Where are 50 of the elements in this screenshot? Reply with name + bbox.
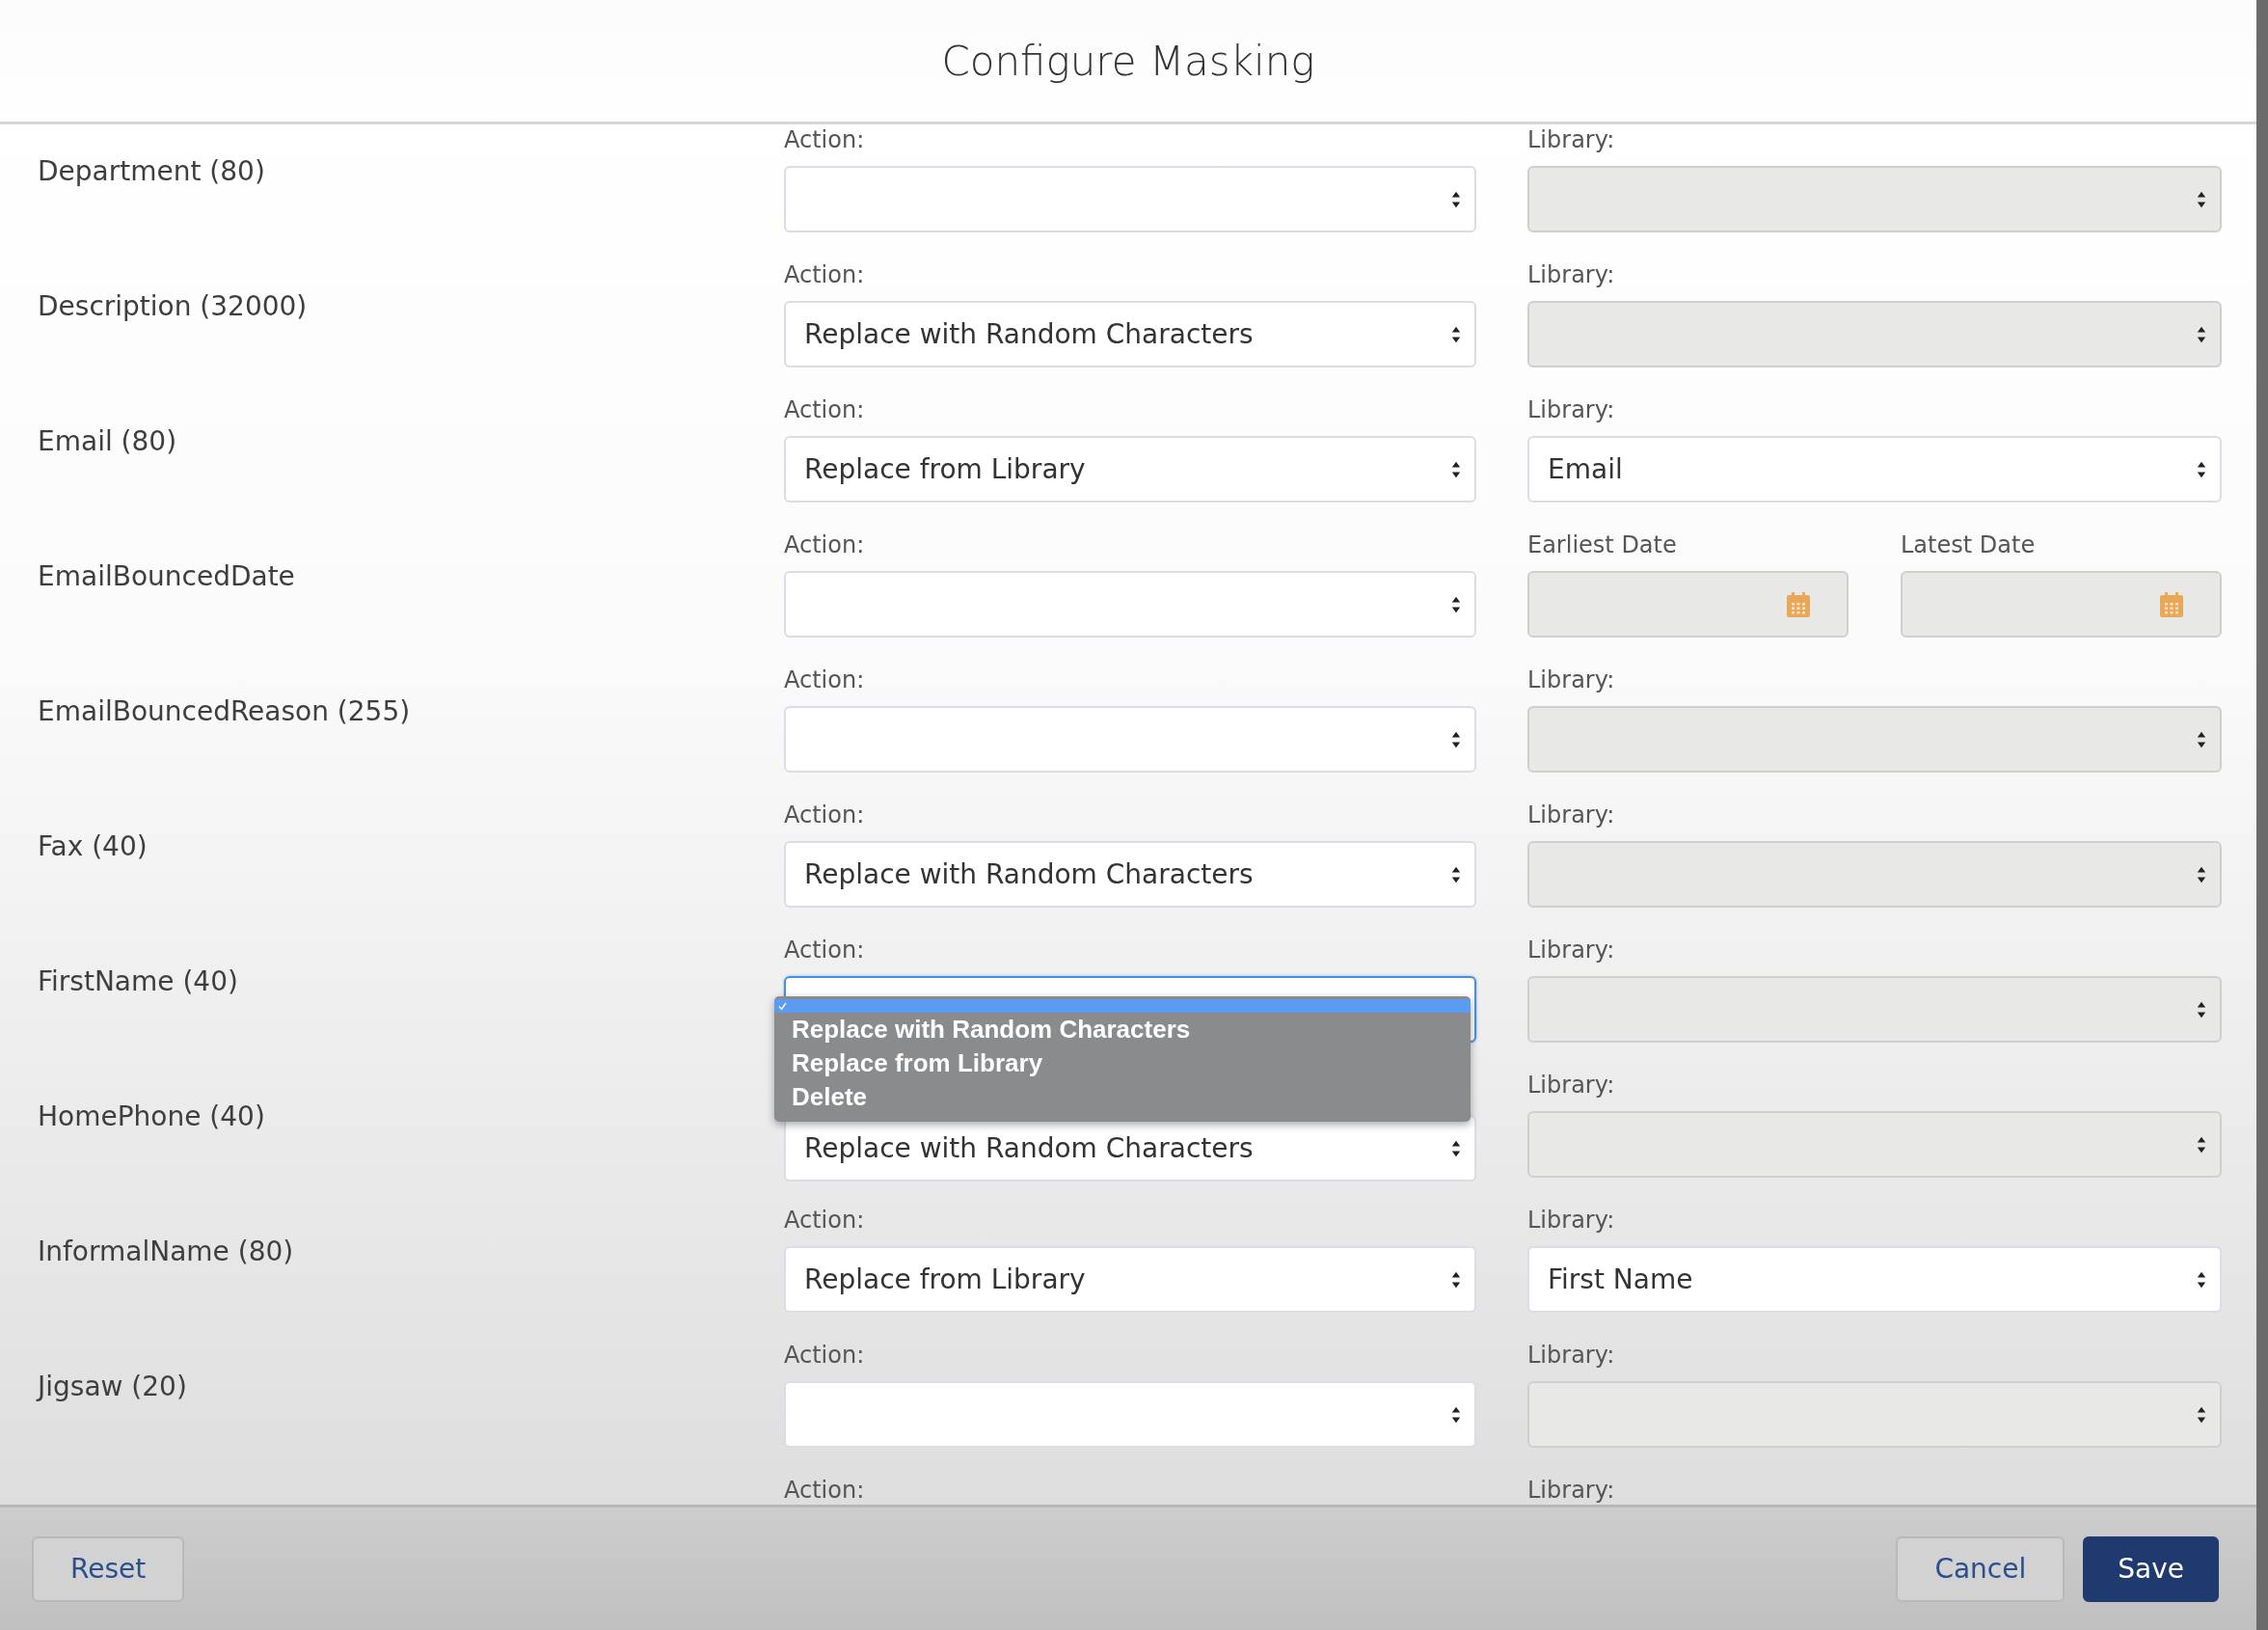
calendar-icon	[1785, 590, 1812, 618]
select-field[interactable]: Replace with Random Characters	[784, 301, 1476, 367]
select-field[interactable]: Email	[1527, 436, 2222, 503]
field-name: Department (80)	[38, 155, 265, 187]
field-name: FirstName (40)	[38, 965, 238, 997]
field-name: InformalName (80)	[38, 1236, 294, 1267]
select-field[interactable]	[784, 706, 1476, 773]
select-field[interactable]: Replace from Library	[784, 1246, 1476, 1313]
select-field[interactable]	[784, 1381, 1476, 1448]
field-name: Description (32000)	[38, 290, 308, 322]
field-label: Library:	[1527, 1341, 1615, 1370]
secondary-button[interactable]: Reset	[32, 1535, 185, 1602]
calendar-icon	[2158, 590, 2185, 618]
field-label: Action:	[784, 1341, 865, 1370]
field-name: Fax (40)	[38, 830, 148, 862]
field-label: Action:	[784, 936, 865, 964]
field-name: EmailBouncedDate	[38, 560, 295, 592]
modal-title: Configure Masking	[941, 37, 1315, 85]
field-label: Library:	[1527, 1476, 1615, 1505]
checkmark-icon	[778, 1001, 787, 1011]
field-label: Action:	[784, 666, 865, 694]
field-name: Jigsaw (20)	[38, 1371, 187, 1402]
field-label: Action:	[784, 260, 865, 289]
field-label: Library:	[1527, 260, 1615, 289]
field-label: Earliest Date	[1527, 530, 1677, 559]
field-name: EmailBouncedReason (255)	[38, 695, 411, 727]
field-label: Library:	[1527, 1071, 1615, 1100]
field-name: HomePhone (40)	[38, 1100, 265, 1132]
field-label: Library:	[1527, 801, 1615, 829]
secondary-button[interactable]: Cancel	[1896, 1535, 2066, 1602]
field-label: Action:	[784, 395, 865, 424]
field-label: Library:	[1527, 666, 1615, 694]
field-label: Latest Date	[1901, 530, 2036, 559]
primary-button[interactable]: Save	[2083, 1535, 2219, 1602]
select-field[interactable]	[784, 571, 1476, 638]
field-label: Library:	[1527, 936, 1615, 964]
select-field[interactable]: Replace with Random Characters	[784, 841, 1476, 908]
field-label: Library:	[1527, 1206, 1615, 1235]
field-label: Action:	[784, 1476, 865, 1505]
field-label: Library:	[1527, 395, 1615, 424]
field-label: Action:	[784, 801, 865, 829]
field-label: Action:	[784, 530, 865, 559]
field-label: Action:	[784, 125, 865, 154]
field-label: Action:	[784, 1206, 865, 1235]
select-field[interactable]: Replace from Library	[784, 436, 1476, 503]
dropdown-option[interactable]	[774, 999, 1471, 1013]
select-field[interactable]	[784, 166, 1476, 232]
field-name: Email (80)	[38, 425, 177, 457]
select-field[interactable]: First Name	[1527, 1246, 2222, 1313]
field-label: Library:	[1527, 125, 1615, 154]
